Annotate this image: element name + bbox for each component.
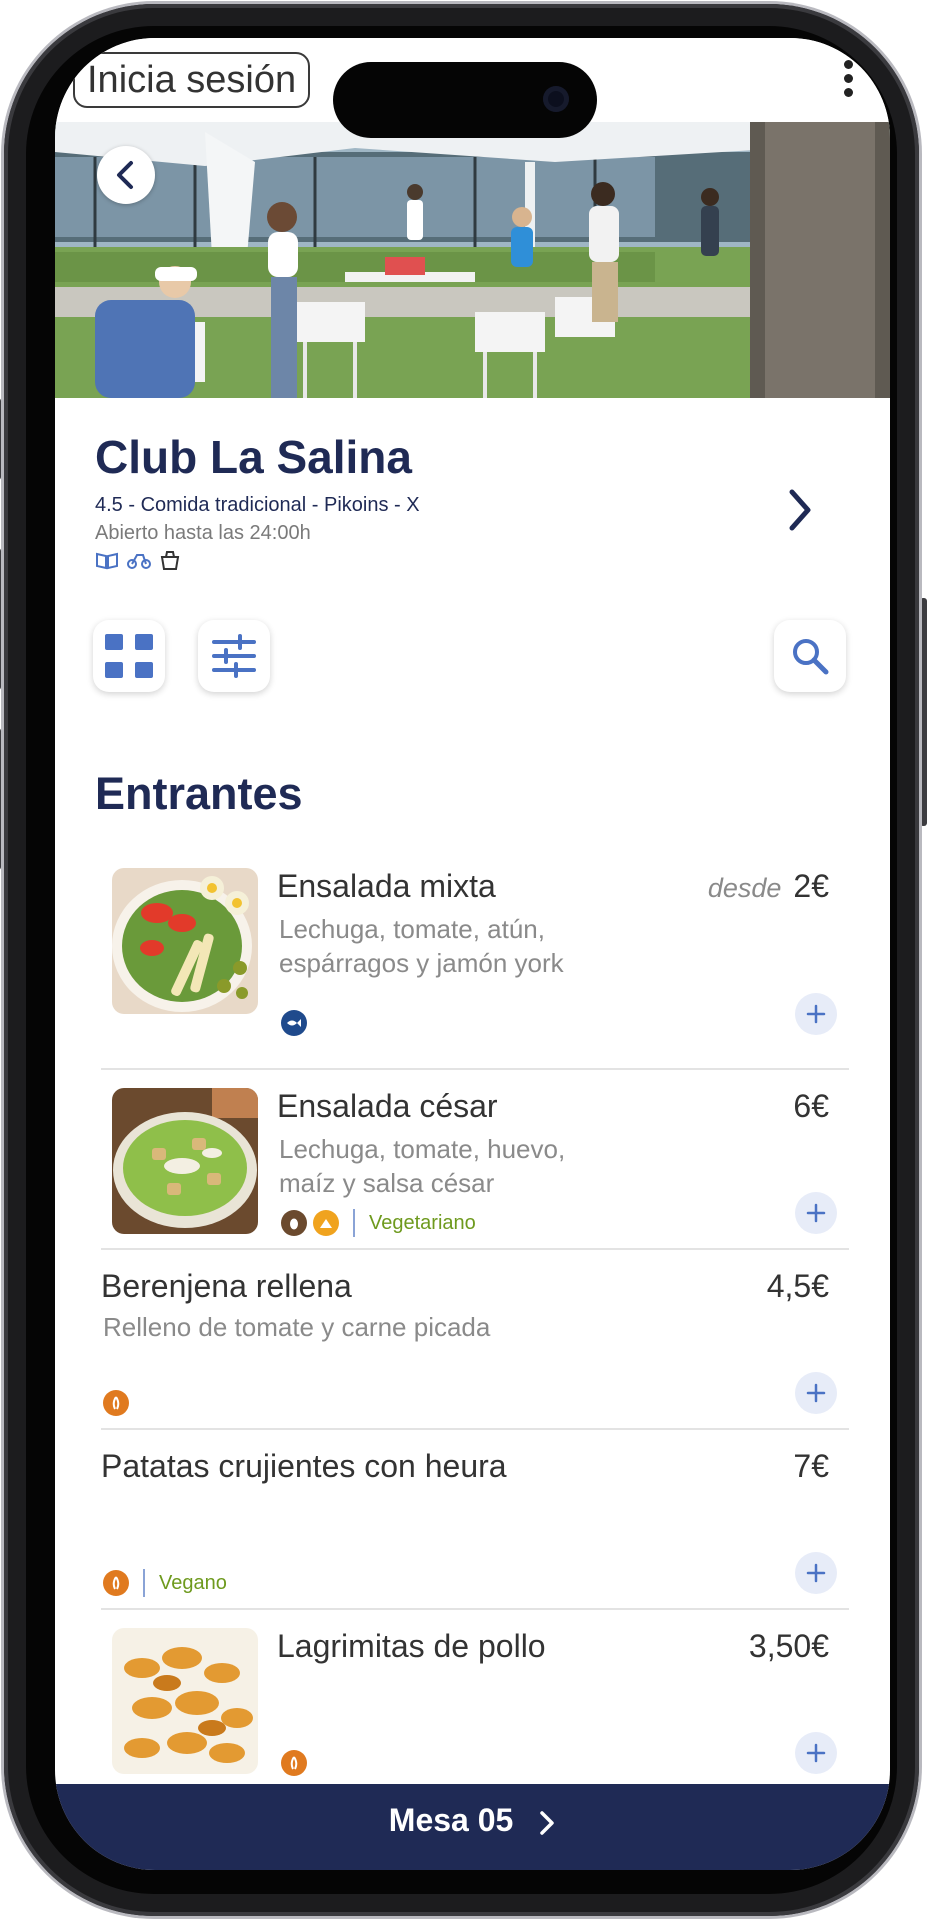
menu-item[interactable]: Lagrimitas de pollo 3,50€ [99,1618,849,1778]
menu-item[interactable]: Patatas crujientes con heura 7€ Vegano [99,1438,849,1608]
search-icon [793,639,829,675]
plus-icon [806,1743,826,1763]
item-price: 4,5€ [767,1268,829,1305]
restaurant-meta: 4.5 - Comida tradicional - Pikoins - X [95,494,420,516]
dish-photo [112,868,258,1014]
gluten-allergen-icon [103,1570,129,1596]
dairy-allergen-icon [313,1210,339,1236]
price-value: 2€ [793,868,829,904]
back-button[interactable] [97,146,155,204]
item-name: Lagrimitas de pollo [277,1628,546,1664]
search-button[interactable] [774,620,846,692]
more-options-icon[interactable] [844,60,854,98]
restaurant-hours: Abierto hasta las 24:00h [95,522,311,544]
service-icons [95,550,181,572]
egg-allergen-icon [281,1210,307,1236]
item-price: 6€ [793,1088,829,1125]
allergen-tags: Vegetariano [281,1208,476,1238]
filter-sliders-icon [212,634,256,678]
item-description: Relleno de tomate y carne picada [103,1312,491,1342]
phone-mockup: Inicia sesión Club La Salina 4.5 - Comid… [0,0,927,1920]
diet-label: Vegano [159,1571,227,1594]
app-screen: Inicia sesión Club La Salina 4.5 - Comid… [55,38,890,1870]
price-value: 4,5€ [766,1268,829,1304]
power-button [920,598,927,826]
item-divider [101,1068,849,1070]
item-description: Lechuga, tomate, huevo, maíz y salsa cés… [279,1134,566,1198]
plus-icon [806,1004,826,1024]
allergen-tags [281,1748,307,1778]
tag-separator [143,1569,145,1597]
item-price: 3,50€ [749,1628,829,1665]
dish-photo [112,1628,258,1774]
restaurant-name: Club La Salina [95,431,412,483]
table-label: Mesa 05 [388,1802,514,1838]
takeaway-bag-icon [160,551,180,570]
grid-view-button[interactable] [93,620,165,692]
add-to-order-button[interactable] [795,1192,837,1234]
item-divider [101,1608,849,1610]
price-value: 3,50€ [748,1628,829,1664]
price-value: 6€ [793,1088,829,1124]
item-price: desde 2€ [708,868,829,905]
allergen-tags [281,1008,307,1038]
fish-allergen-icon [281,1010,307,1036]
add-to-order-button[interactable] [795,1552,837,1594]
allergen-tags [103,1388,129,1418]
price-prefix: desde [707,873,782,903]
item-description: Lechuga, tomate, atún, espárragos y jamó… [279,914,564,978]
gluten-allergen-icon [281,1750,307,1776]
item-divider [101,1428,849,1430]
item-price: 7€ [793,1448,829,1485]
allergen-tags: Vegano [103,1568,227,1598]
menu-item[interactable]: Berenjena rellena 4,5€ Relleno de tomate… [99,1258,849,1428]
dynamic-island [333,62,597,138]
bike-delivery-icon [127,554,151,569]
add-to-order-button[interactable] [795,993,837,1035]
chevron-right-icon [540,1810,554,1835]
item-name: Berenjena rellena [101,1268,352,1304]
login-button[interactable]: Inicia sesión [73,52,311,108]
front-camera [543,86,569,112]
section-title: Entrantes [95,768,303,819]
chevron-left-icon [117,161,133,189]
item-name: Ensalada césar [277,1088,498,1124]
gluten-allergen-icon [103,1390,129,1416]
grid-view-icon [105,634,153,678]
plus-icon [806,1203,826,1223]
item-name: Ensalada mixta [277,868,496,904]
table-bar[interactable]: Mesa 05 [55,1784,890,1870]
plus-icon [806,1383,826,1403]
menu-item[interactable]: Ensalada mixta desde 2€ Lechuga, tomate, … [99,858,849,1058]
filter-button[interactable] [198,620,270,692]
add-to-order-button[interactable] [795,1372,837,1414]
restaurant-hero-image [55,122,890,398]
add-to-order-button[interactable] [795,1732,837,1774]
plus-icon [806,1563,826,1583]
item-name: Patatas crujientes con heura [101,1448,507,1484]
table-label-row: Mesa 05 [55,1802,890,1839]
dish-photo [112,1088,258,1234]
restaurant-details-chevron-icon[interactable] [780,482,820,538]
item-divider [101,1248,849,1250]
terrace-photo [55,122,890,398]
price-value: 7€ [793,1448,829,1484]
menu-book-icon [96,552,118,570]
diet-label: Vegetariano [369,1211,476,1234]
tag-separator [353,1209,355,1237]
menu-item[interactable]: Ensalada césar 6€ Lechuga, tomate, huevo… [99,1078,849,1248]
